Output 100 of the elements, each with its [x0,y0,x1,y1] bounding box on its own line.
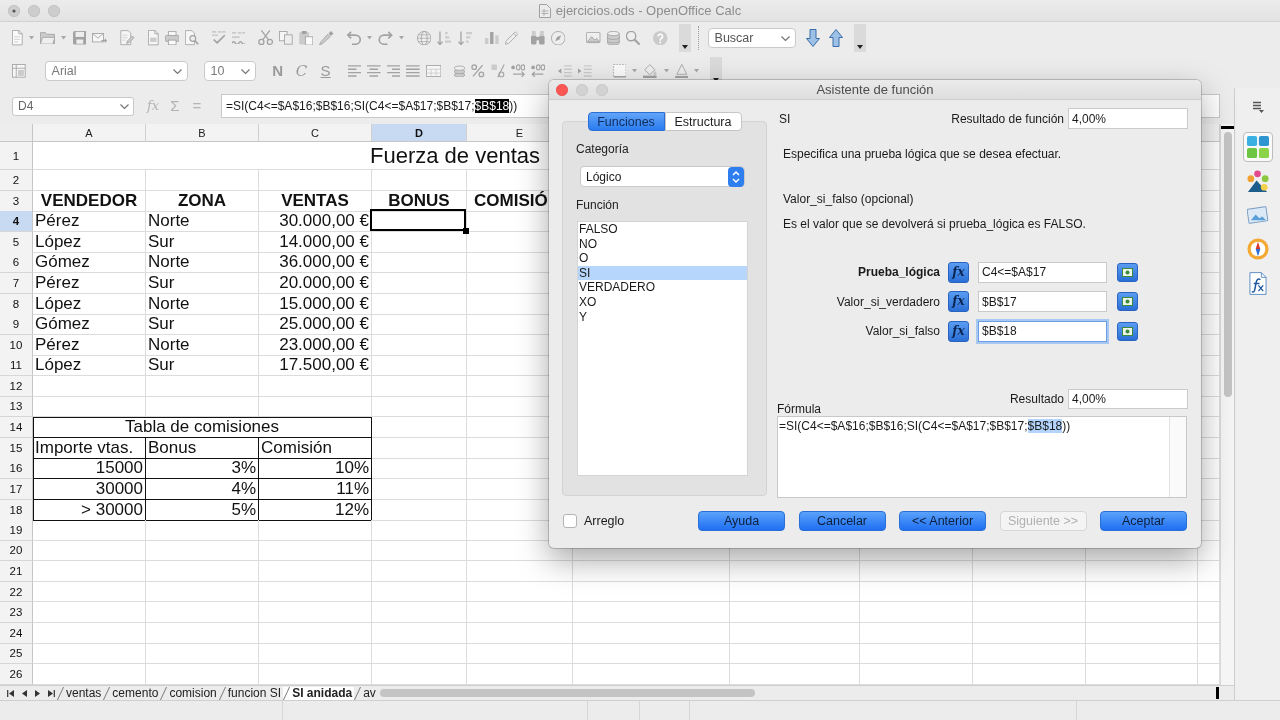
bar-chart-icon[interactable] [485,31,499,45]
row-header[interactable]: 15 [0,437,33,459]
delete-decimal-icon[interactable] [530,64,546,78]
row-header[interactable]: 24 [0,623,33,644]
row-header[interactable]: 13 [0,396,33,418]
align-right-icon[interactable] [386,65,401,77]
scrollbar-thumb[interactable] [379,689,755,697]
edit-document-icon[interactable] [120,30,135,46]
save-icon[interactable] [72,31,87,45]
tab[interactable]: Estructura [664,112,742,131]
row-header[interactable]: 18 [0,499,33,521]
help-icon[interactable] [653,30,668,46]
folder-icon[interactable] [40,31,56,45]
row-header[interactable]: 11 [0,355,33,377]
left-arrow-icon[interactable] [22,689,27,697]
toolbar-overflow-icon[interactable] [678,24,691,52]
list-item[interactable]: SI [578,265,747,281]
list-item[interactable]: XO [578,294,747,310]
paintbrush-icon[interactable] [319,30,334,46]
row-header[interactable]: 8 [0,293,33,315]
argument-field[interactable]: C4<=$A$17 [978,261,1107,283]
add-decimal-icon[interactable] [510,64,525,78]
row-header[interactable]: 2 [0,170,33,191]
maximize-icon[interactable] [48,4,60,17]
row-header[interactable]: 7 [0,272,33,294]
sheet-tab[interactable]: ventas [57,686,104,700]
percent-icon[interactable] [471,64,485,78]
shrink-button[interactable] [1117,292,1138,311]
sheet-tab[interactable]: SI anidada [283,686,355,700]
first-arrow-icon[interactable] [7,689,14,697]
row-header[interactable]: 12 [0,375,33,397]
copy-icon[interactable] [279,31,293,45]
name-box[interactable]: D4 [12,96,134,116]
caret-icon[interactable] [29,36,35,40]
category-dropdown[interactable]: Lógico [580,166,745,187]
caret-icon[interactable] [61,36,67,40]
arrow-up-icon[interactable] [828,29,843,47]
close-icon[interactable] [8,4,20,17]
minimize-icon[interactable] [28,4,40,17]
row-header[interactable]: 6 [0,252,33,274]
row-header[interactable]: 1 [0,142,33,170]
search-field[interactable]: Buscar [707,28,796,48]
document-icon[interactable] [147,30,159,46]
row-header[interactable]: 21 [0,561,33,582]
magnifier-icon[interactable] [625,30,641,46]
row-header[interactable]: 14 [0,417,33,439]
align-center-icon[interactable] [367,65,381,77]
sort-descending-icon[interactable] [457,30,473,46]
sheet-tab[interactable]: av [354,686,378,700]
sort-ascending-icon[interactable] [437,30,452,46]
last-arrow-icon[interactable] [48,689,55,697]
sheet-tab[interactable]: funcion SI [218,686,284,700]
justify-icon[interactable] [406,65,420,77]
row-header[interactable]: 10 [0,334,33,356]
list-item[interactable]: FALSO [578,222,747,237]
clipboard-icon[interactable] [299,30,314,46]
auto-spellcheck-icon[interactable] [231,31,246,45]
close-icon[interactable] [556,83,568,96]
function-wizard-button[interactable]: fx [948,320,969,342]
row-header[interactable]: 25 [0,643,33,665]
function-wizard-button[interactable]: fx [948,291,969,312]
formula-editor[interactable]: =SI(C4<=$A$16;$B$16;SI(C4<=$A$17;$B$17;$B$18)) [777,416,1187,498]
maximize-icon[interactable] [596,83,608,96]
spellcheck-icon[interactable] [211,31,226,45]
row-header[interactable]: 4 [0,211,33,233]
redo-icon[interactable] [378,30,393,46]
caret-icon[interactable] [694,69,700,73]
column-header[interactable]: B [146,124,259,142]
toolbar-overflow-icon[interactable] [853,24,866,52]
tab[interactable]: Funciones [587,112,665,131]
printer-icon[interactable] [164,30,180,46]
vertical-scrollbar[interactable] [1220,124,1234,685]
list-item[interactable]: NO [578,236,747,252]
function-wizard-button[interactable]: fx [948,261,969,283]
column-header[interactable]: A [33,124,146,142]
row-header[interactable]: 16 [0,458,33,480]
shrink-button[interactable] [1117,262,1138,282]
caret-icon[interactable] [398,36,404,40]
number-format-icon[interactable] [490,64,505,78]
list-item[interactable]: O [578,251,747,266]
split-handle-icon[interactable] [1221,126,1234,129]
minimize-icon[interactable] [576,83,588,96]
undo-icon[interactable] [346,30,362,46]
row-header[interactable]: 26 [0,664,33,685]
back-button[interactable]: << Anterior [899,511,986,531]
row-header[interactable]: 20 [0,540,33,562]
decrease-indent-icon[interactable] [558,65,572,77]
scrollbar-thumb[interactable] [1223,132,1232,397]
row-header[interactable]: 22 [0,581,33,603]
scissors-icon[interactable] [258,30,274,46]
select-all-button[interactable] [0,124,33,142]
list-item[interactable]: VERDADERO [578,280,747,295]
database-icon[interactable] [606,30,620,46]
sheet-tab[interactable]: cemento [103,686,161,700]
column-header[interactable]: D [372,124,467,142]
column-header[interactable]: C [259,124,372,142]
email-icon[interactable] [92,32,108,44]
new-document-icon[interactable] [12,30,24,46]
menu-icon[interactable] [1251,101,1264,113]
font-name-field[interactable]: Arial [44,61,188,81]
